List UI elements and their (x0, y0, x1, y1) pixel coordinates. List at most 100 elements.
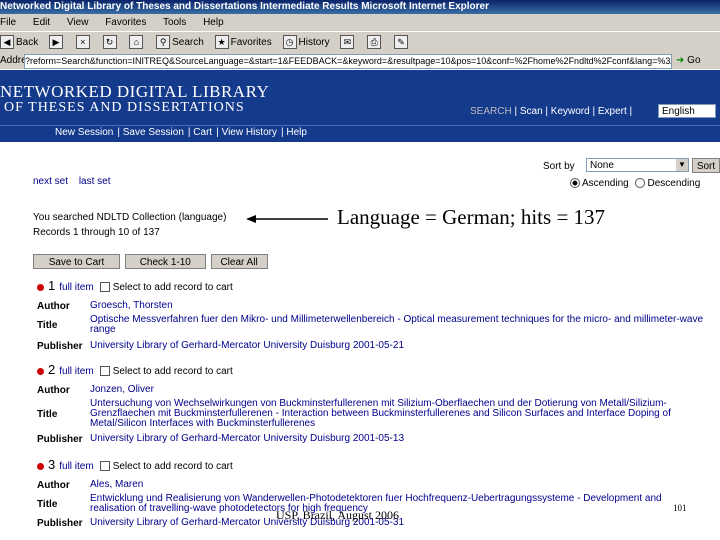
favorites-label: Favorites (230, 37, 272, 48)
save-to-cart-button[interactable]: Save to Cart (33, 254, 120, 269)
record-bullet-icon (37, 462, 44, 470)
record-checkbox[interactable] (99, 282, 110, 293)
slide-number: 101 (673, 503, 687, 513)
last-set-link[interactable]: last set (79, 176, 111, 187)
search-button[interactable]: ⚲ Search (156, 32, 204, 54)
record-checkbox[interactable] (99, 461, 110, 472)
home-button[interactable]: ⌂ (129, 32, 145, 54)
back-button[interactable]: ◀ Back (0, 32, 38, 54)
address-input[interactable]: ?reform=Search&function=INITREQ&SourceLa… (24, 54, 672, 69)
home-icon: ⌂ (129, 35, 144, 50)
nav-expert[interactable]: Expert (598, 106, 627, 117)
menu-favorites[interactable]: Favorites (105, 17, 146, 28)
history-button[interactable]: ◷ History (282, 32, 330, 54)
forward-arrow-icon: ▶ (49, 35, 64, 50)
author-value[interactable]: Jonzen, Oliver (90, 385, 708, 395)
back-arrow-icon: ◀ (0, 35, 14, 50)
records-count: Records 1 through 10 of 137 (33, 227, 160, 238)
annotation-text: Language = German; hits = 137 (337, 205, 606, 229)
title-value[interactable]: Untersuchung von Wechselwirkungen von Bu… (90, 399, 708, 429)
logo-line-2: OF THESES AND DISSERTATIONS (4, 100, 245, 115)
ascending-radio[interactable] (570, 178, 580, 189)
menu-edit[interactable]: Edit (33, 17, 50, 28)
go-label: Go (687, 55, 701, 66)
descending-label: Descending (647, 178, 701, 189)
record-checkbox[interactable] (99, 366, 110, 377)
full-item-link[interactable]: full item (59, 366, 93, 377)
select-label: Select to add record to cart (112, 461, 233, 472)
menu-tools[interactable]: Tools (163, 17, 186, 28)
menu-help[interactable]: Help (203, 17, 224, 28)
descending-radio[interactable] (635, 178, 646, 189)
mail-icon: ✉ (340, 35, 355, 50)
menu-view[interactable]: View (67, 17, 89, 28)
nav-cart[interactable]: Cart (193, 127, 212, 138)
menu-file[interactable]: File (0, 17, 16, 28)
nav-scan[interactable]: Scan (520, 106, 543, 117)
nav-keyword[interactable]: Keyword (551, 106, 590, 117)
publisher-value[interactable]: University Library of Gerhard-Mercator U… (90, 341, 708, 351)
check-1-10-button[interactable]: Check 1-10 (124, 254, 206, 269)
author-label: Author (37, 385, 70, 396)
print-button[interactable]: ⎙ (367, 32, 383, 54)
next-set-link[interactable]: next set (33, 176, 68, 187)
author-value[interactable]: Groesch, Thorsten (90, 301, 708, 311)
nav-view-history[interactable]: View History (222, 127, 277, 138)
toolbar: ◀ Back ▶ × ↻ ⌂ ⚲ Search ★ Favorites ◷ Histor… (0, 31, 720, 55)
chevron-down-icon: ▼ (676, 159, 688, 171)
history-label: History (298, 37, 330, 48)
search-label: Search (172, 37, 204, 48)
logo-line-1: NETWORKED DIGITAL LIBRARY (0, 82, 270, 101)
sort-button[interactable]: Sort (692, 158, 720, 173)
record-header: 3 full item Select to add record to cart (37, 457, 233, 472)
sort-select[interactable]: None ▼ (586, 158, 689, 172)
record-bullet-icon (37, 283, 44, 291)
stop-button[interactable]: × (75, 32, 92, 54)
record-number: 1 (48, 278, 56, 293)
full-item-link[interactable]: full item (59, 461, 93, 472)
sort-label: Sort by (543, 161, 575, 172)
mail-button[interactable]: ✉ (340, 32, 356, 54)
slide-footer: USP, Brazil, August 2006 (276, 508, 400, 522)
publisher-label: Publisher (37, 341, 83, 352)
full-item-link[interactable]: full item (59, 282, 93, 293)
author-value[interactable]: Ales, Maren (90, 480, 708, 490)
refresh-icon: ↻ (102, 35, 117, 50)
record-number: 3 (48, 457, 56, 472)
nav-save-session[interactable]: Save Session (123, 127, 184, 138)
forward-button[interactable]: ▶ (49, 32, 65, 54)
clear-all-button[interactable]: Clear All (210, 254, 268, 269)
record-header: 2 full item Select to add record to cart (37, 362, 233, 377)
title-label: Title (37, 499, 58, 510)
title-label: Title (37, 320, 58, 331)
record-bullet-icon (37, 367, 44, 375)
go-arrow-icon: ➜ (676, 55, 685, 66)
query-summary: You searched NDLTD Collection (language) (33, 212, 227, 223)
favorites-button[interactable]: ★ Favorites (214, 32, 272, 54)
sort-selected: None (590, 160, 614, 171)
edit-button[interactable]: ✎ (393, 32, 410, 54)
refresh-button[interactable]: ↻ (102, 32, 119, 54)
language-select[interactable]: English (658, 104, 716, 118)
search-nav-label: SEARCH (470, 106, 512, 117)
window-title: Networked Digital Library of Theses and … (0, 0, 720, 14)
title-label: Title (37, 409, 58, 420)
author-label: Author (37, 480, 70, 491)
publisher-label: Publisher (37, 434, 83, 445)
search-nav: SEARCH | Scan | Keyword | Expert | (470, 106, 633, 117)
title-value[interactable]: Optische Messverfahren fuer den Mikro- u… (90, 315, 708, 335)
menu-bar: File Edit View Favorites Tools Help (0, 14, 720, 31)
result-actions: Save to Cart Check 1-10 Clear All (33, 254, 270, 269)
session-nav: New Session | Save Session | Cart | View Hi… (55, 127, 307, 138)
ascending-label: Ascending (582, 178, 629, 189)
nav-help[interactable]: Help (286, 127, 307, 138)
annotation-arrow-icon (246, 215, 328, 223)
publisher-value[interactable]: University Library of Gerhard-Mercator U… (90, 434, 708, 444)
back-label: Back (16, 37, 39, 48)
pager: next set last set (33, 176, 119, 187)
print-icon: ⎙ (367, 35, 382, 50)
nav-new-session[interactable]: New Session (55, 127, 113, 138)
go-button[interactable]: ➜ Go (676, 54, 701, 67)
select-label: Select to add record to cart (112, 282, 233, 293)
edit-icon: ✎ (393, 35, 408, 50)
